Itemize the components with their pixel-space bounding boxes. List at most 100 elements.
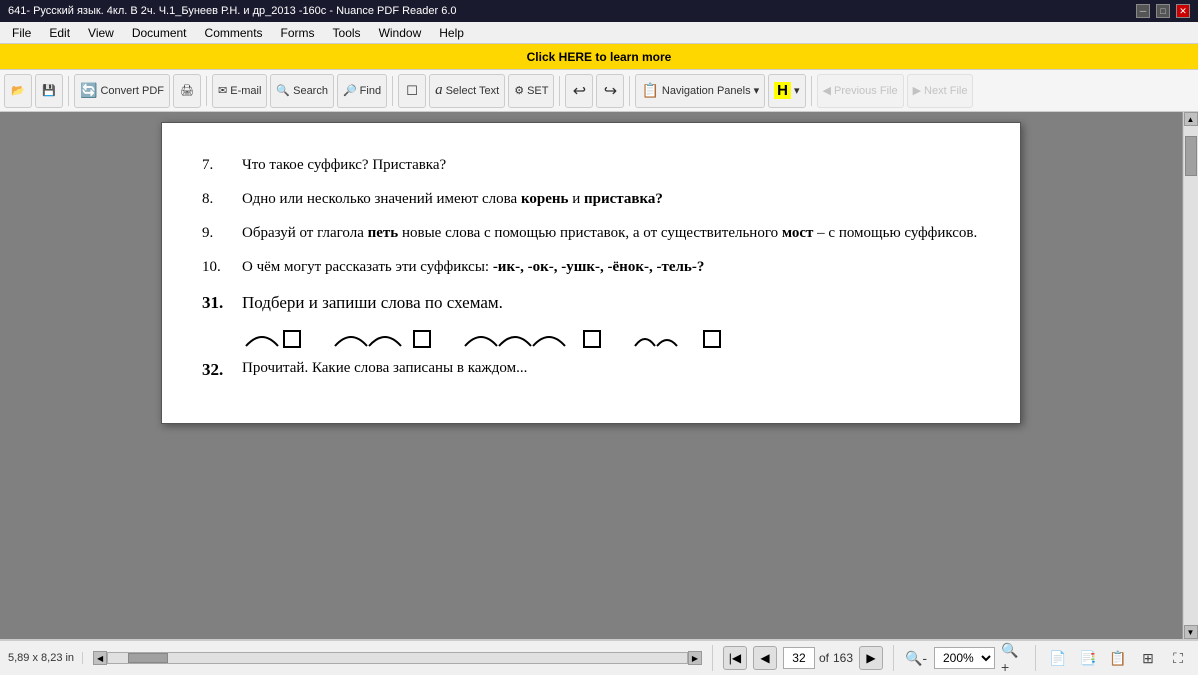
- fullscreen-button[interactable]: ⛶: [1166, 646, 1190, 670]
- scroll-down-button[interactable]: ▼: [1184, 625, 1198, 639]
- scheme-1: [242, 326, 301, 348]
- item-text-9: Образуй от глагола петь новые слова с по…: [242, 221, 980, 245]
- convert-pdf-button[interactable]: 🔄 Convert PDF: [74, 74, 170, 108]
- two-page-button[interactable]: 📋: [1106, 646, 1130, 670]
- zoom-out-button[interactable]: 🔍-: [904, 646, 928, 670]
- find-button[interactable]: 🔎 Find: [337, 74, 387, 108]
- list-item-31: 31. Подбери и запиши слова по схемам.: [202, 289, 980, 316]
- two-page-icon: 📋: [1109, 650, 1126, 667]
- hscroll-thumb[interactable]: [128, 653, 168, 663]
- scheme-box-1: [283, 330, 301, 348]
- select-tool-button[interactable]: ☐: [398, 74, 426, 108]
- convert-label: Convert PDF: [100, 85, 164, 97]
- first-page-button[interactable]: |◀: [723, 646, 747, 670]
- scheme-row: [202, 326, 980, 348]
- select-icon: ☐: [406, 83, 418, 99]
- highlight-icon: H: [774, 82, 791, 99]
- text-cursor-icon: a: [435, 82, 443, 99]
- list-item-8: 8. Одно или несколько значений имеют сло…: [202, 187, 980, 211]
- split-view-button[interactable]: ⊞: [1136, 646, 1160, 670]
- first-page-icon: |◀: [729, 651, 741, 665]
- scheme-2: [331, 326, 431, 348]
- email-icon: ✉: [218, 84, 227, 97]
- highlight-button[interactable]: H ▾: [768, 74, 805, 108]
- menu-comments[interactable]: Comments: [197, 24, 271, 42]
- single-page-button[interactable]: 📄: [1046, 646, 1070, 670]
- window-title: 641- Русский язык. 4кл. В 2ч. Ч.1_Бунеев…: [8, 5, 457, 17]
- prev-page-button[interactable]: ◀: [753, 646, 777, 670]
- item-num-9: 9.: [202, 221, 242, 245]
- close-button[interactable]: ✕: [1176, 4, 1190, 18]
- menu-edit[interactable]: Edit: [41, 24, 78, 42]
- navigation-panels-button[interactable]: 📋 Navigation Panels ▾: [635, 74, 765, 108]
- next-file-label: Next File: [924, 85, 967, 97]
- list-item-7: 7. Что такое суффикс? Приставка?: [202, 153, 980, 177]
- zoom-in-button[interactable]: 🔍+: [1001, 646, 1025, 670]
- zoom-in-icon: 🔍+: [1001, 642, 1025, 675]
- previous-file-label: Previous File: [834, 85, 898, 97]
- set-label: SET: [527, 85, 548, 97]
- undo-button[interactable]: ↩: [565, 74, 593, 108]
- sep-1: [68, 76, 69, 106]
- set-icon: ⚙: [514, 84, 524, 97]
- scroll-right-button[interactable]: ▶: [688, 651, 702, 665]
- save-button[interactable]: 💾: [35, 74, 63, 108]
- scroll-up-button[interactable]: ▲: [1184, 112, 1198, 126]
- redo-button[interactable]: ↪: [596, 74, 624, 108]
- right-scrollbar: ▲ ▼: [1182, 112, 1198, 639]
- scroll-left-button[interactable]: ◀: [93, 651, 107, 665]
- zoom-select[interactable]: 50% 75% 100% 150% 200% 400%: [934, 647, 995, 669]
- bottom-bar: 5,89 x 8,23 in ◀ ▶ |◀ ◀ of 163 ▶ 🔍- 50% …: [0, 639, 1198, 675]
- single-page-icon: 📄: [1049, 650, 1066, 667]
- set-button[interactable]: ⚙ SET: [508, 74, 554, 108]
- menu-file[interactable]: File: [4, 24, 39, 42]
- menu-help[interactable]: Help: [431, 24, 472, 42]
- pdf-container: 7. Что такое суффикс? Приставка? 8. Одно…: [0, 112, 1182, 639]
- minimize-button[interactable]: ─: [1136, 4, 1150, 18]
- scheme-3: [461, 326, 601, 348]
- menu-document[interactable]: Document: [124, 24, 195, 42]
- navigation-panels-label: Navigation Panels ▾: [662, 84, 759, 97]
- select-text-button[interactable]: a Select Text: [429, 74, 505, 108]
- continuous-page-button[interactable]: 📑: [1076, 646, 1100, 670]
- page-number-input[interactable]: [783, 647, 815, 669]
- sep-6: [811, 76, 812, 106]
- menu-view[interactable]: View: [80, 24, 122, 42]
- menu-forms[interactable]: Forms: [273, 24, 323, 42]
- list-item-9: 9. Образуй от глагола петь новые слова с…: [202, 221, 980, 245]
- next-file-button[interactable]: ▶ Next File: [907, 74, 974, 108]
- email-button[interactable]: ✉ E-mail: [212, 74, 267, 108]
- pdf-content: 7. Что такое суффикс? Приставка? 8. Одно…: [202, 153, 980, 383]
- page-dimensions: 5,89 x 8,23 in: [8, 652, 83, 664]
- zoom-out-icon: 🔍-: [905, 650, 927, 667]
- undo-icon: ↩: [573, 81, 586, 101]
- next-page-button[interactable]: ▶: [859, 646, 883, 670]
- search-button[interactable]: 🔍 Search: [270, 74, 334, 108]
- previous-file-button[interactable]: ◀ Previous File: [817, 74, 904, 108]
- convert-icon: 🔄: [80, 82, 97, 99]
- next-arrow-icon: ▶: [913, 84, 921, 97]
- menu-tools[interactable]: Tools: [325, 24, 369, 42]
- prev-arrow-icon: ◀: [823, 84, 831, 97]
- scroll-thumb[interactable]: [1185, 136, 1197, 176]
- page-total: 163: [833, 651, 853, 665]
- chevron-down-icon: ▾: [794, 84, 800, 97]
- search-icon: 🔍: [276, 84, 290, 97]
- sep-5: [629, 76, 630, 106]
- window-controls: ─ □ ✕: [1136, 4, 1190, 18]
- title-bar: 641- Русский язык. 4кл. В 2ч. Ч.1_Бунеев…: [0, 0, 1198, 22]
- toolbar: 📂 💾 🔄 Convert PDF 🖨 ✉ E-mail 🔍 Search 🔎 …: [0, 70, 1198, 112]
- scheme-arcs-4: [631, 326, 701, 348]
- open-button[interactable]: 📂: [4, 74, 32, 108]
- print-button[interactable]: 🖨: [173, 74, 201, 108]
- sep-bottom-1: [712, 645, 713, 671]
- maximize-button[interactable]: □: [1156, 4, 1170, 18]
- prev-page-icon: ◀: [760, 651, 769, 665]
- page-info: of 163: [783, 647, 853, 669]
- scheme-arc-1: [242, 326, 282, 348]
- sep-bottom-3: [1035, 645, 1036, 671]
- ad-bar[interactable]: Click HERE to learn more: [0, 44, 1198, 70]
- main-area: 7. Что такое суффикс? Приставка? 8. Одно…: [0, 112, 1198, 639]
- list-item-32: 32. Прочитай. Какие слова записаны в каж…: [202, 356, 980, 383]
- menu-window[interactable]: Window: [371, 24, 430, 42]
